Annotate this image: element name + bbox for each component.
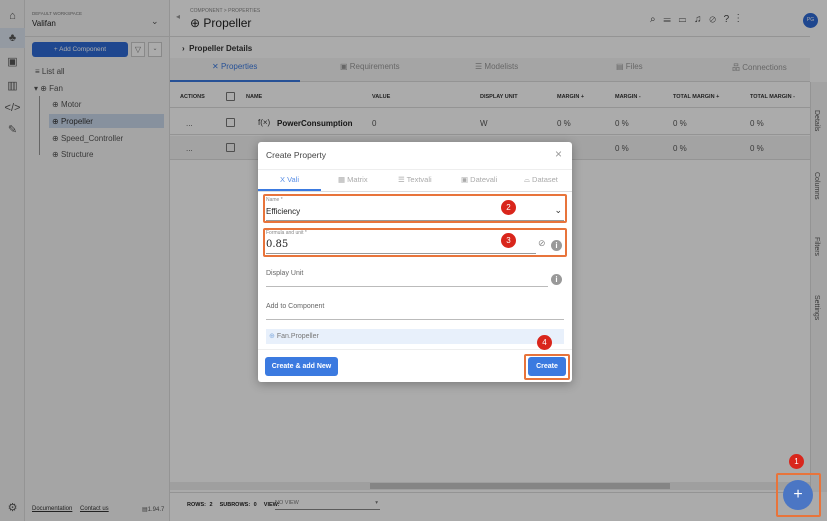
display-unit-input[interactable]: Display Unit xyxy=(266,270,548,287)
tab-label: Dataset xyxy=(532,175,558,184)
cube-icon: ⊕ xyxy=(269,333,277,340)
step-highlight-3 xyxy=(263,228,567,257)
info-icon[interactable]: i xyxy=(551,274,562,285)
step-badge-2: 2 xyxy=(501,200,516,215)
tab-dataset[interactable]: ⌓ Dataset xyxy=(524,175,558,185)
step-badge-3: 3 xyxy=(501,233,516,248)
step-highlight-1 xyxy=(776,473,821,517)
tab-textvali[interactable]: ☰ Textvali xyxy=(398,175,432,184)
step-highlight-4 xyxy=(524,354,570,380)
tab-datevali[interactable]: ▣ Datevali xyxy=(461,175,497,184)
add-to-component-input[interactable]: Add to Component xyxy=(266,303,564,320)
dialog-title: Create Property xyxy=(266,150,326,160)
component-chip[interactable]: ⊕ Fan.Propeller xyxy=(266,329,564,344)
tab-label: Datevali xyxy=(470,175,498,184)
tab-label: Vali xyxy=(287,175,300,184)
tab-label: Textvali xyxy=(406,175,432,184)
tab-label: Matrix xyxy=(347,175,368,184)
tab-vali[interactable]: X Vali xyxy=(280,175,299,184)
step-badge-1: 1 xyxy=(789,454,804,469)
tab-matrix[interactable]: ▦ Matrix xyxy=(338,175,368,184)
create-property-dialog: Create Property × X Vali ▦ Matrix ☰ Text… xyxy=(258,142,572,382)
create-and-add-new-button[interactable]: Create & add New xyxy=(265,357,338,376)
component-chip-label: Fan.Propeller xyxy=(276,333,319,340)
step-highlight-2 xyxy=(263,194,567,223)
step-badge-4: 4 xyxy=(537,335,552,350)
close-icon[interactable]: × xyxy=(555,147,562,161)
